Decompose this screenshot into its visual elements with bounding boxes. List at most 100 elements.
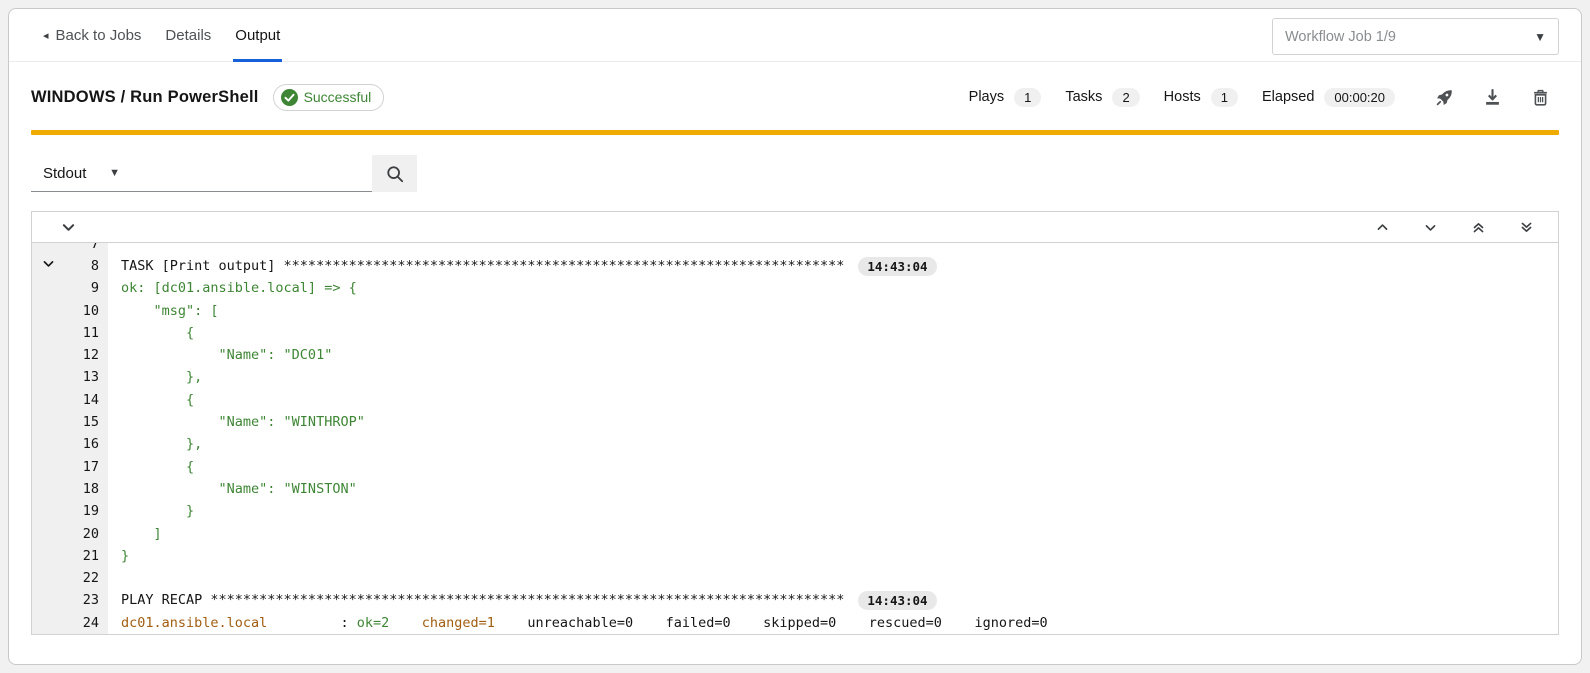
log-segment: ok: [dc01.ansible.local] => { xyxy=(121,277,357,299)
line-number: 21 xyxy=(64,545,108,567)
stat-label: Plays xyxy=(969,89,1004,105)
line-content xyxy=(108,567,1558,589)
stat-value-badge: 00:00:20 xyxy=(1324,88,1395,107)
stat-elapsed: Elapsed00:00:20 xyxy=(1262,88,1395,107)
log-line-22: 22 xyxy=(32,567,1558,589)
output-toolbar xyxy=(32,212,1558,243)
previous-match-button[interactable] xyxy=(1358,212,1406,242)
rocket-icon xyxy=(1436,89,1453,106)
line-content: { xyxy=(108,389,1558,411)
line-number: 7 xyxy=(64,243,108,255)
stat-label: Hosts xyxy=(1164,89,1201,105)
log-segment: PLAY RECAP *****************************… xyxy=(121,589,844,611)
log-line-15: 15 "Name": "WINTHROP" xyxy=(32,411,1558,433)
line-number: 13 xyxy=(64,366,108,388)
search-field-select[interactable]: Stdout ▼ xyxy=(31,155,132,192)
check-circle-icon xyxy=(281,89,298,106)
expander-cell xyxy=(32,300,64,322)
log-line-19: 19 } xyxy=(32,500,1558,522)
log-line-7: 7 xyxy=(32,243,1558,255)
log-segment: { xyxy=(121,389,194,411)
log-line-8: 8 TASK [Print output] *******************… xyxy=(32,255,1558,277)
expander-cell xyxy=(32,433,64,455)
expander-cell xyxy=(32,243,64,255)
page-title: WINDOWS / Run PowerShell xyxy=(31,88,259,107)
line-number: 15 xyxy=(64,411,108,433)
collapse-all-button[interactable] xyxy=(40,212,88,242)
search-row: Stdout ▼ xyxy=(31,155,1559,192)
expander-cell xyxy=(32,389,64,411)
download-icon xyxy=(1484,89,1501,106)
search-button[interactable] xyxy=(372,155,417,192)
line-content: dc01.ansible.local : ok=2 changed=1 unre… xyxy=(108,612,1558,634)
job-header: WINDOWS / Run PowerShell Successful Play… xyxy=(9,68,1581,126)
line-content: PLAY RECAP *****************************… xyxy=(108,589,1558,611)
line-number: 10 xyxy=(64,300,108,322)
workflow-job-select[interactable]: Workflow Job 1/9 ▼ xyxy=(1272,18,1559,55)
stat-value-badge: 1 xyxy=(1211,88,1238,107)
task-expander[interactable] xyxy=(32,255,64,277)
chevron-up-icon xyxy=(1376,221,1389,234)
stat-label: Tasks xyxy=(1065,89,1102,105)
line-content: ok: [dc01.ansible.local] => { xyxy=(108,277,1558,299)
status-badge: Successful xyxy=(273,84,385,111)
log-segment: ok=2 xyxy=(357,612,390,634)
log-segment: changed=1 xyxy=(422,612,495,634)
expander-cell xyxy=(32,567,64,589)
search-field-select-value: Stdout xyxy=(43,165,86,182)
back-to-jobs-link[interactable]: ◂ Back to Jobs xyxy=(31,9,153,62)
stat-plays: Plays1 xyxy=(969,88,1042,107)
log-segment: { xyxy=(121,456,194,478)
line-content: { xyxy=(108,322,1558,344)
back-to-jobs-label: Back to Jobs xyxy=(56,27,142,44)
line-number: 9 xyxy=(64,277,108,299)
double-chevron-down-icon xyxy=(1520,221,1533,234)
search-icon xyxy=(386,165,404,183)
output-toolbar-right xyxy=(1358,212,1550,242)
line-number: 23 xyxy=(64,589,108,611)
stat-value-badge: 2 xyxy=(1112,88,1139,107)
next-match-button[interactable] xyxy=(1406,212,1454,242)
caret-down-icon: ▼ xyxy=(109,167,120,179)
log-segment: TASK [Print output] ********************… xyxy=(121,255,844,277)
log-line-20: 20 ] xyxy=(32,523,1558,545)
line-number: 20 xyxy=(64,523,108,545)
log-line-12: 12 "Name": "DC01" xyxy=(32,344,1558,366)
stat-hosts: Hosts 1 xyxy=(1164,88,1238,107)
line-number: 11 xyxy=(64,322,108,344)
expander-cell xyxy=(32,322,64,344)
line-number: 16 xyxy=(64,433,108,455)
trash-icon xyxy=(1532,89,1549,106)
log-segment xyxy=(389,612,422,634)
job-output-page: ◂ Back to Jobs Details Output Workflow J… xyxy=(8,8,1582,665)
tab-output[interactable]: Output xyxy=(223,9,292,62)
log-segment: dc01.ansible.local xyxy=(121,612,267,634)
delete-job-button[interactable] xyxy=(1521,81,1559,113)
tab-details[interactable]: Details xyxy=(153,9,223,62)
tab-output-label: Output xyxy=(235,27,280,44)
log-segment: "Name": "WINSTON" xyxy=(121,478,357,500)
job-stats: Plays1 Tasks 2 Hosts 1 Elapsed00:00:20 xyxy=(969,88,1419,107)
line-content: TASK [Print output] ********************… xyxy=(108,255,1558,277)
workflow-job-select-value: Workflow Job 1/9 xyxy=(1285,29,1396,45)
tab-details-label: Details xyxy=(165,27,211,44)
line-content: }, xyxy=(108,433,1558,455)
relaunch-button[interactable] xyxy=(1425,81,1463,113)
line-content: } xyxy=(108,500,1558,522)
log-line-11: 11 { xyxy=(32,322,1558,344)
caret-left-icon: ◂ xyxy=(43,29,49,42)
line-number: 8 xyxy=(64,255,108,277)
download-output-button[interactable] xyxy=(1473,81,1511,113)
line-content: "Name": "WINTHROP" xyxy=(108,411,1558,433)
chevron-down-icon xyxy=(42,257,55,270)
log-line-16: 16 }, xyxy=(32,433,1558,455)
search-input[interactable] xyxy=(132,155,372,192)
line-content xyxy=(108,243,1558,255)
line-number: 24 xyxy=(64,612,108,634)
log-segment: : xyxy=(267,612,356,634)
expander-cell xyxy=(32,456,64,478)
double-chevron-up-icon xyxy=(1472,221,1485,234)
scroll-top-button[interactable] xyxy=(1454,212,1502,242)
log-segment: }, xyxy=(121,433,202,455)
scroll-bottom-button[interactable] xyxy=(1502,212,1550,242)
